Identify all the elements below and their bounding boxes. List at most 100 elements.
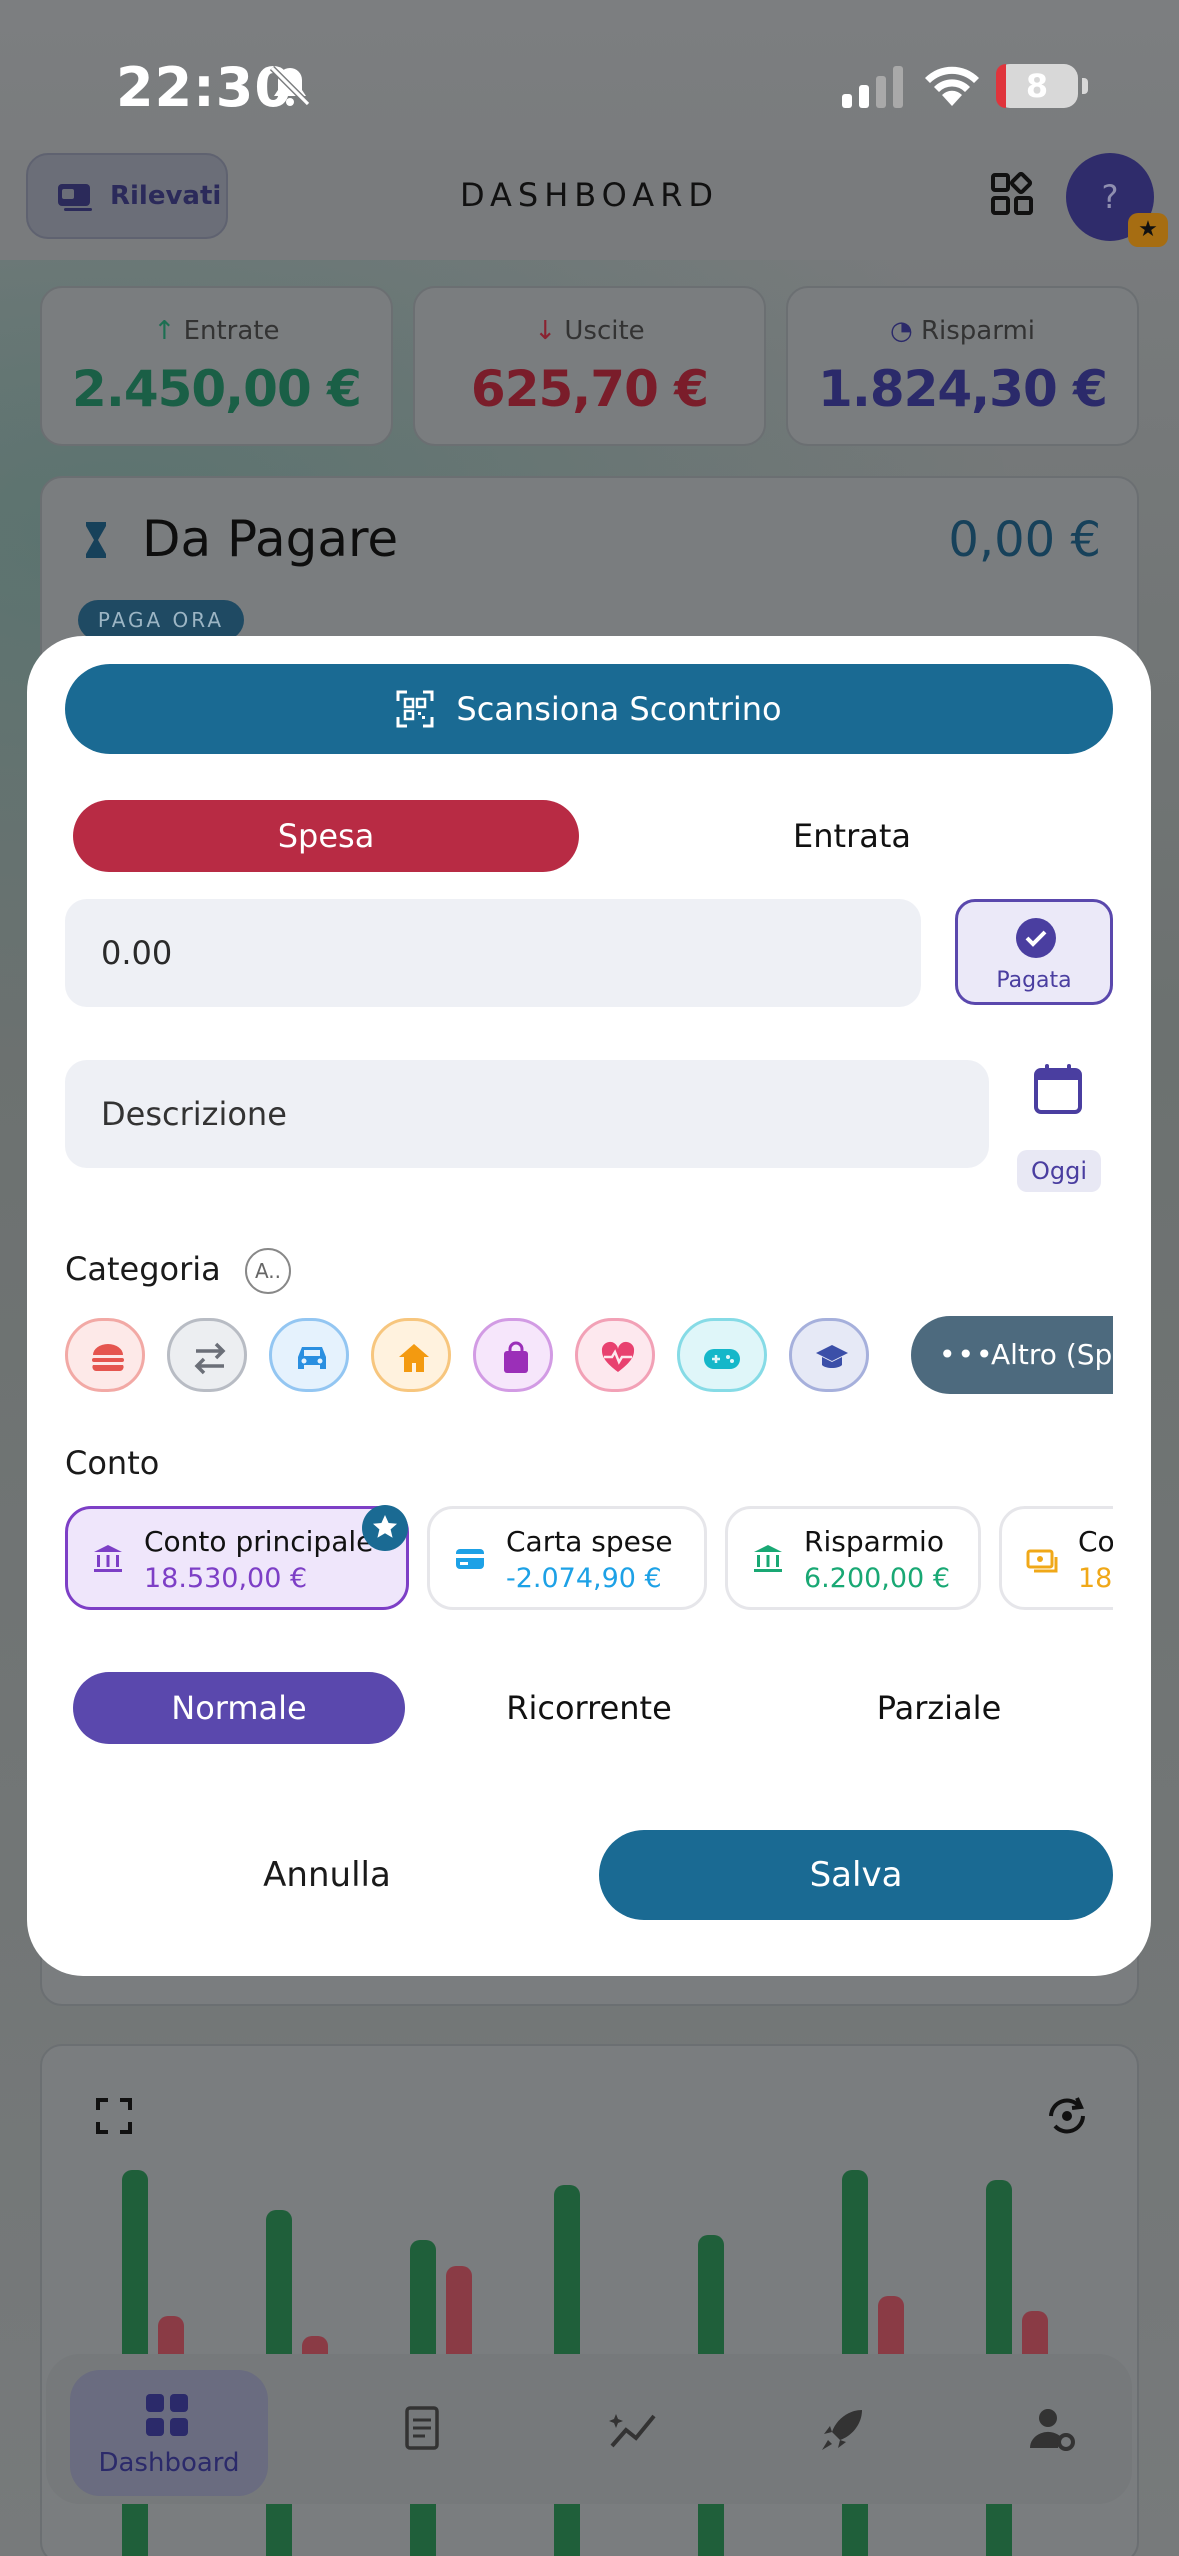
bell-muted-icon: [269, 65, 311, 107]
category-list: ••• Altro (Spese): [65, 1316, 1113, 1396]
wifi-icon: [925, 66, 979, 106]
nav-dashboard-label: Dashboard: [98, 2448, 240, 2478]
home-icon: [399, 1344, 429, 1372]
qr-scan-icon: [396, 690, 434, 728]
description-placeholder: Descrizione: [101, 1095, 287, 1133]
account-main[interactable]: Conto principale 18.530,00 €: [65, 1505, 409, 1610]
category-shopping[interactable]: [473, 1318, 553, 1392]
description-input[interactable]: Descrizione: [65, 1060, 989, 1168]
expand-icon[interactable]: [96, 2098, 132, 2134]
receipt-icon[interactable]: [398, 2404, 448, 2454]
bottom-nav: Dashboard: [46, 2354, 1132, 2504]
category-other[interactable]: ••• Altro (Spese): [911, 1316, 1113, 1394]
nav-dashboard[interactable]: Dashboard: [70, 2370, 268, 2496]
hourglass-icon: [86, 522, 106, 558]
credit-card-icon: [456, 1549, 484, 1569]
rotate-view-icon[interactable]: [1043, 2092, 1091, 2140]
analytics-icon[interactable]: [608, 2404, 658, 2454]
type-toggle: Spesa Entrata: [65, 800, 1113, 872]
account-card-name: Carta spese: [506, 1525, 673, 1558]
account-savings-name: Risparmio: [804, 1525, 944, 1558]
today-button[interactable]: Oggi: [1017, 1150, 1101, 1192]
type-expense-option[interactable]: Spesa: [73, 800, 579, 872]
expense-value: 625,70 €: [470, 360, 709, 418]
scan-receipt-button[interactable]: Scansiona Scontrino: [65, 664, 1113, 754]
bank-icon: [94, 1545, 122, 1572]
amount-value: 0.00: [101, 934, 173, 972]
car-icon: [298, 1347, 326, 1369]
pay-now-button[interactable]: PAGA ORA: [78, 600, 244, 640]
piggy-bank-icon: ◔: [889, 316, 921, 346]
account-label: Conto: [65, 1444, 160, 1482]
expense-card[interactable]: ↓ Uscite 625,70 €: [413, 286, 766, 446]
category-label: Categoria: [65, 1250, 221, 1288]
account-list: Conto principale 18.530,00 € Carta spese…: [65, 1504, 1113, 1614]
avatar-text: ?: [1101, 178, 1119, 216]
transfer-icon: [194, 1342, 226, 1375]
savings-label: Risparmi: [920, 316, 1035, 346]
mode-toggle: Normale Ricorrente Parziale: [65, 1672, 1113, 1744]
bank-icon: [754, 1545, 782, 1572]
rocket-icon[interactable]: [818, 2404, 868, 2454]
type-income-option[interactable]: Entrata: [599, 800, 1105, 872]
avatar[interactable]: ? ★: [1066, 153, 1168, 247]
top-bar: Rilevati DASHBOARD ? ★: [0, 150, 1179, 260]
category-transfer[interactable]: [167, 1318, 247, 1392]
category-games[interactable]: [677, 1318, 767, 1392]
dashboard-icon: [146, 2394, 188, 2436]
shopping-bag-icon: [504, 1341, 528, 1373]
battery-indicator: 8: [996, 64, 1078, 108]
mode-recurring-option[interactable]: Ricorrente: [423, 1672, 755, 1744]
summary-cards: ↑ Entrate 2.450,00 € ↓ Uscite 625,70 € ◔…: [40, 286, 1139, 446]
arrow-up-icon: ↑: [153, 316, 184, 346]
category-education[interactable]: [789, 1318, 869, 1392]
battery-level: 8: [1025, 67, 1049, 105]
income-card[interactable]: ↑ Entrate 2.450,00 €: [40, 286, 393, 446]
income-label: Entrate: [183, 316, 280, 346]
cancel-button[interactable]: Annulla: [65, 1830, 589, 1920]
graduation-cap-icon: [816, 1345, 848, 1368]
category-auto-badge[interactable]: A..: [245, 1248, 291, 1294]
save-button[interactable]: Salva: [599, 1830, 1113, 1920]
widgets-icon[interactable]: [990, 172, 1034, 216]
heart-pulse-icon: [601, 1341, 635, 1372]
account-card[interactable]: Carta spese -2.074,90 €: [427, 1506, 707, 1610]
category-health[interactable]: [575, 1318, 655, 1392]
burger-icon: [92, 1344, 124, 1372]
account-cash[interactable]: Contanti 180,00 €: [999, 1506, 1113, 1610]
paid-toggle[interactable]: Pagata: [955, 899, 1113, 1005]
account-card-balance: -2.074,90 €: [506, 1563, 662, 1594]
category-car[interactable]: [269, 1318, 349, 1392]
mode-partial-option[interactable]: Parziale: [773, 1672, 1105, 1744]
add-transaction-modal: Scansiona Scontrino Spesa Entrata 0.00 P…: [27, 636, 1151, 1976]
calendar-icon[interactable]: [1033, 1062, 1083, 1116]
account-savings-balance: 6.200,00 €: [804, 1563, 950, 1594]
check-circle-icon: [1016, 918, 1056, 958]
account-cash-balance: 180,00 €: [1078, 1563, 1113, 1594]
battery-tip: [1082, 78, 1088, 94]
mode-normal-option[interactable]: Normale: [73, 1672, 405, 1744]
category-other-label: Altro (Spese): [991, 1338, 1113, 1371]
status-bar: 22:30 8: [0, 0, 1179, 150]
savings-value: 1.824,30 €: [818, 360, 1108, 418]
gamepad-icon: [704, 1349, 740, 1369]
amount-input[interactable]: 0.00: [65, 899, 921, 1007]
to-pay-amount: 0,00 €: [948, 512, 1101, 568]
arrow-down-icon: ↓: [534, 316, 565, 346]
paid-label: Pagata: [996, 968, 1072, 993]
to-pay-title: Da Pagare: [142, 510, 399, 568]
star-badge-icon: ★: [1128, 213, 1168, 247]
account-cash-name: Contanti: [1078, 1525, 1113, 1558]
user-settings-icon[interactable]: [1028, 2404, 1078, 2454]
more-dots-icon: •••: [939, 1338, 995, 1371]
account-main-balance: 18.530,00 €: [144, 1563, 308, 1594]
cash-icon: [1026, 1549, 1058, 1573]
favorite-star-icon: [362, 1505, 408, 1551]
category-food[interactable]: [65, 1318, 145, 1392]
signal-icon: [842, 66, 903, 108]
category-home[interactable]: [371, 1318, 451, 1392]
savings-card[interactable]: ◔ Risparmi 1.824,30 €: [786, 286, 1139, 446]
account-savings[interactable]: Risparmio 6.200,00 €: [725, 1506, 981, 1610]
expense-label: Uscite: [564, 316, 645, 346]
income-value: 2.450,00 €: [72, 360, 362, 418]
